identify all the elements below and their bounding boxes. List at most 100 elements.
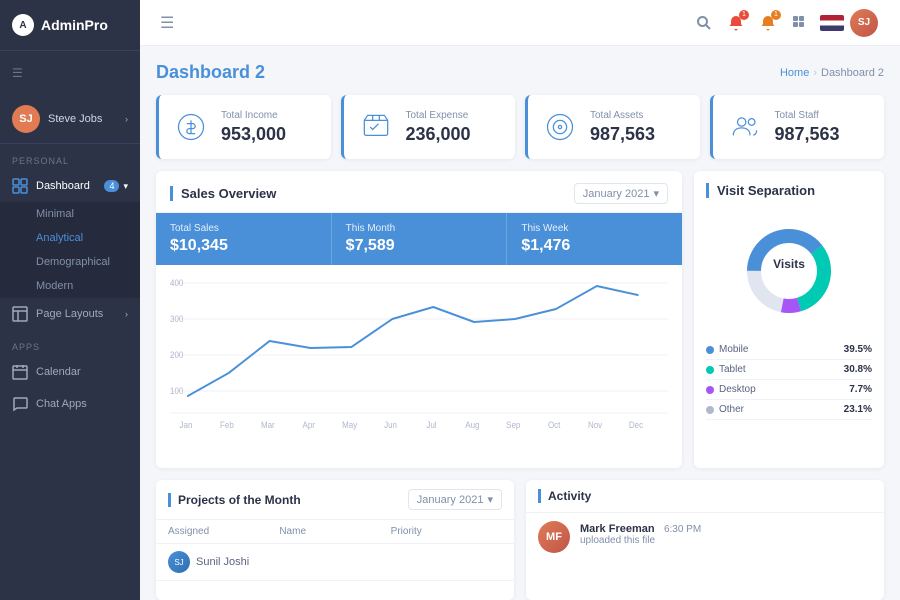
- dashboard-label: Dashboard: [36, 180, 104, 192]
- sidebar-item-chat[interactable]: Chat Apps: [0, 388, 140, 420]
- week-sales-value: $1,476: [521, 237, 668, 255]
- projects-filter[interactable]: January 2021 ▾: [408, 489, 502, 510]
- page-title: Dashboard 2: [156, 62, 265, 83]
- sidebar-hamburger[interactable]: ☰: [0, 51, 140, 95]
- stat-cards: Total Income 953,000 Total Expense 236,0…: [156, 95, 884, 159]
- sales-panel: Sales Overview January 2021 ▾ Total Sale…: [156, 171, 682, 468]
- month-sales-summary: This Month $7,589: [332, 213, 508, 265]
- col-name: Name: [279, 526, 390, 537]
- page-layouts-chevron-icon: ›: [125, 309, 128, 319]
- svg-text:Oct: Oct: [548, 420, 561, 431]
- visit-panel: Visit Separation: [694, 171, 884, 468]
- svg-text:Jan: Jan: [180, 420, 193, 431]
- stat-info-staff: Total Staff 987,563: [775, 110, 840, 145]
- language-button[interactable]: [816, 7, 848, 39]
- stat-info-expense: Total Expense 236,000: [406, 110, 471, 145]
- alerts-button[interactable]: 1: [752, 7, 784, 39]
- sidebar-user[interactable]: SJ Steve Jobs ›: [0, 95, 140, 144]
- sidebar-item-dashboard[interactable]: Dashboard 4 ▾: [0, 170, 140, 202]
- assigned-avatar: SJ: [168, 551, 190, 573]
- assets-value: 987,563: [590, 124, 655, 145]
- income-value: 953,000: [221, 124, 286, 145]
- svg-text:200: 200: [170, 350, 184, 361]
- activity-avatar: MF: [538, 521, 570, 553]
- sales-panel-header: Sales Overview January 2021 ▾: [156, 171, 682, 213]
- staff-label: Total Staff: [775, 110, 840, 121]
- legend-desktop-label: Desktop: [706, 384, 849, 395]
- svg-text:Dec: Dec: [629, 420, 644, 431]
- visit-legend: Mobile 39.5% Tablet 30.8%: [706, 340, 872, 420]
- activity-action: uploaded this file: [580, 535, 872, 546]
- staff-value: 987,563: [775, 124, 840, 145]
- breadcrumb-current: Dashboard 2: [821, 67, 884, 79]
- app-name: AdminPro: [41, 17, 108, 33]
- user-avatar: SJ: [12, 105, 40, 133]
- col-priority: Priority: [391, 526, 502, 537]
- legend-tablet: Tablet 30.8%: [706, 360, 872, 380]
- donut-chart-container: Visits: [706, 208, 872, 334]
- expense-label: Total Expense: [406, 110, 471, 121]
- mobile-dot: [706, 346, 714, 354]
- stat-card-income: Total Income 953,000: [156, 95, 331, 159]
- dashboard-badge: 4: [104, 180, 119, 192]
- user-name: Steve Jobs: [48, 113, 125, 125]
- stat-card-staff: Total Staff 987,563: [710, 95, 885, 159]
- sidebar-sub-demographical[interactable]: Demographical: [0, 250, 140, 274]
- svg-text:Sep: Sep: [506, 420, 520, 431]
- row-assigned: SJ Sunil Joshi: [168, 551, 279, 573]
- projects-title: Projects of the Month: [168, 493, 301, 507]
- sidebar-sub-modern[interactable]: Modern: [0, 274, 140, 298]
- search-button[interactable]: [688, 7, 720, 39]
- breadcrumb: Home › Dashboard 2: [780, 67, 884, 79]
- assets-label: Total Assets: [590, 110, 655, 121]
- svg-text:Feb: Feb: [220, 420, 234, 431]
- activity-header: Activity: [526, 480, 884, 513]
- profile-avatar: SJ: [850, 9, 878, 37]
- sales-chart-area: 400 300 200 100 Jan Feb Mar Apr May Jun: [156, 265, 682, 444]
- notifications-button[interactable]: 1: [720, 7, 752, 39]
- stat-info-assets: Total Assets 987,563: [590, 110, 655, 145]
- mobile-pct: 39.5%: [844, 344, 872, 355]
- donut-chart: Visits: [734, 216, 844, 326]
- desktop-pct: 7.7%: [849, 384, 872, 395]
- sidebar-sub-minimal[interactable]: Minimal: [0, 202, 140, 226]
- total-sales-summary: Total Sales $10,345: [156, 213, 332, 265]
- total-sales-label: Total Sales: [170, 223, 317, 234]
- sidebar-item-page-layouts[interactable]: Page Layouts ›: [0, 298, 140, 330]
- breadcrumb-home[interactable]: Home: [780, 67, 809, 79]
- visit-title: Visit Separation: [706, 183, 872, 198]
- profile-button[interactable]: SJ: [848, 7, 880, 39]
- month-sales-value: $7,589: [346, 237, 493, 255]
- expense-value: 236,000: [406, 124, 471, 145]
- other-pct: 23.1%: [844, 404, 872, 415]
- activity-person-name: Mark Freeman: [580, 523, 655, 535]
- svg-text:Visits: Visits: [773, 257, 805, 271]
- sales-summary: Total Sales $10,345 This Month $7,589 Th…: [156, 213, 682, 265]
- stat-info-income: Total Income 953,000: [221, 110, 286, 145]
- col-assigned: Assigned: [168, 526, 279, 537]
- svg-text:100: 100: [170, 386, 184, 397]
- activity-text: Mark Freeman 6:30 PM uploaded this file: [580, 521, 872, 546]
- svg-text:Mar: Mar: [261, 420, 275, 431]
- main-area: ☰ 1 1 SJ Dashboard 2 Home ›: [140, 0, 900, 600]
- panels-row: Sales Overview January 2021 ▾ Total Sale…: [156, 171, 884, 468]
- chat-icon: [12, 396, 28, 412]
- sales-chart: 400 300 200 100 Jan Feb Mar Apr May Jun: [170, 273, 668, 433]
- month-sales-label: This Month: [346, 223, 493, 234]
- sidebar-sub-analytical[interactable]: Analytical: [0, 226, 140, 250]
- apps-grid-button[interactable]: [784, 7, 816, 39]
- sidebar: A AdminPro ☰ SJ Steve Jobs › PERSONAL Da…: [0, 0, 140, 600]
- topbar-hamburger[interactable]: ☰: [160, 13, 174, 33]
- user-arrow-icon: ›: [125, 114, 128, 124]
- legend-tablet-label: Tablet: [706, 364, 844, 375]
- sidebar-item-calendar[interactable]: Calendar: [0, 356, 140, 388]
- projects-filter-chevron-icon: ▾: [487, 493, 493, 506]
- sales-filter[interactable]: January 2021 ▾: [574, 183, 668, 204]
- desktop-dot: [706, 386, 714, 394]
- projects-filter-label: January 2021: [417, 494, 484, 506]
- section-label-personal: PERSONAL: [0, 144, 140, 170]
- calendar-label: Calendar: [36, 366, 128, 378]
- income-label: Total Income: [221, 110, 286, 121]
- week-sales-summary: This Week $1,476: [507, 213, 682, 265]
- tablet-dot: [706, 366, 714, 374]
